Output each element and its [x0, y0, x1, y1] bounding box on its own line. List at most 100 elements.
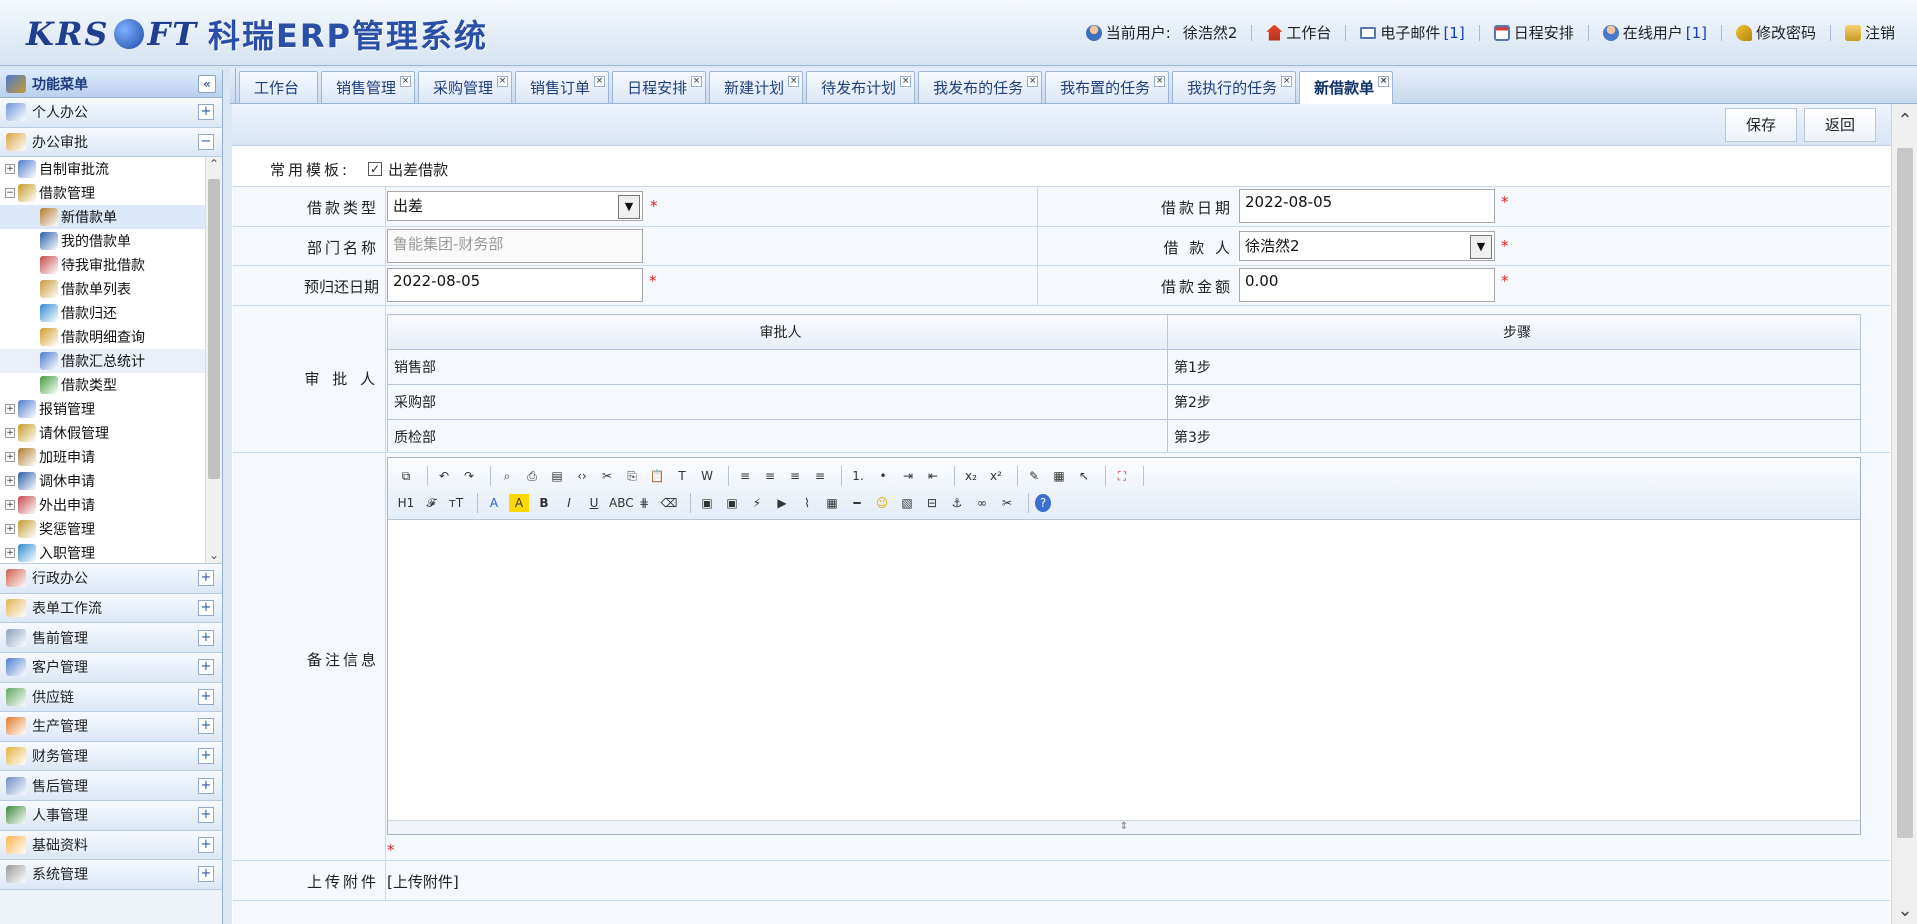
close-icon[interactable]: × — [1154, 76, 1166, 87]
code-icon[interactable]: ‹› — [572, 467, 592, 485]
eraser-icon[interactable]: ⌫ — [659, 494, 679, 512]
sidebar-module-b-0[interactable]: 行政办公 + — [0, 564, 222, 594]
clear-format-icon[interactable]: ✎ — [1024, 467, 1044, 485]
link-icon[interactable]: ∞ — [972, 494, 992, 512]
loan-date-input[interactable]: 2022-08-05 — [1239, 189, 1495, 223]
source-icon[interactable]: ⧉ — [396, 467, 416, 485]
scroll-thumb[interactable] — [1897, 148, 1913, 838]
tree-item[interactable]: 借款明细查询 — [0, 325, 222, 349]
page-break-icon[interactable]: ⊟ — [922, 494, 942, 512]
sidebar-module-b-9[interactable]: 基础资料 + — [0, 830, 222, 861]
align-left-icon[interactable]: ≡ — [735, 467, 755, 485]
H1-icon[interactable]: H1 — [396, 494, 416, 512]
preview-icon[interactable]: ⌕ — [497, 467, 517, 485]
outdent-icon[interactable]: ⇤ — [923, 467, 943, 485]
justify-icon[interactable]: ≡ — [810, 467, 830, 485]
scroll-down-icon[interactable]: ⌄ — [1892, 900, 1917, 924]
line-height-icon[interactable]: ⋕ — [634, 494, 654, 512]
font-size-icon[interactable]: тT — [446, 494, 466, 512]
tree-item[interactable]: + 加班申请 — [0, 445, 222, 469]
sidebar-module-b-10[interactable]: 系统管理 + — [0, 860, 222, 890]
tree-scrollbar[interactable]: ⌃ ⌄ — [205, 157, 222, 564]
tab-4[interactable]: 日程安排 × — [612, 71, 707, 103]
anchor-icon[interactable]: ⚓ — [947, 494, 967, 512]
flash-icon[interactable]: ⚡ — [747, 494, 767, 512]
loan-type-select[interactable]: 出差 ▼ — [387, 191, 643, 221]
tree-item[interactable]: 借款汇总统计 — [0, 349, 222, 374]
sidebar-module-b-2[interactable]: 售前管理 + — [0, 623, 222, 653]
tab-7[interactable]: 我发布的任务 × — [918, 71, 1043, 103]
underline-icon[interactable]: U — [584, 494, 604, 512]
editor-resize-handle[interactable]: ⇕ — [388, 820, 1860, 834]
change-password-link[interactable]: 修改密码 — [1735, 22, 1816, 43]
sidebar-collapse-button[interactable]: « — [198, 74, 216, 93]
tab-5[interactable]: 新建计划 × — [709, 71, 804, 103]
baidu-map-icon[interactable]: ▧ — [897, 494, 917, 512]
tree-item[interactable]: + 外出申请 — [0, 493, 222, 517]
tab-10[interactable]: 新借款单 × — [1299, 71, 1394, 104]
multi-image-icon[interactable]: ▣ — [722, 494, 742, 512]
select-all-icon[interactable]: ▦ — [1049, 467, 1069, 485]
sidebar-module-t-0[interactable]: 个人办公 + — [0, 98, 222, 128]
bold-icon[interactable]: B — [534, 494, 554, 512]
scroll-up-icon[interactable]: ⌃ — [1892, 110, 1917, 134]
close-icon[interactable]: × — [900, 76, 912, 87]
sidebar-module-b-5[interactable]: 生产管理 + — [0, 712, 222, 742]
print-icon[interactable]: ⎙ — [522, 467, 542, 485]
module-toggle-button[interactable]: + — [198, 600, 214, 617]
tree-item[interactable]: + 入职管理 — [0, 541, 222, 563]
select-icon[interactable]: ↖ — [1074, 467, 1094, 485]
expand-icon[interactable]: + — [5, 452, 15, 463]
sidebar-module-b-7[interactable]: 售后管理 + — [0, 771, 222, 801]
amount-input[interactable]: 0.00 — [1239, 268, 1495, 302]
tree-item[interactable]: 借款类型 — [0, 373, 222, 397]
module-toggle-button[interactable]: − — [198, 133, 214, 150]
font-color-icon[interactable]: A — [484, 494, 504, 512]
redo-icon[interactable]: ↷ — [459, 467, 479, 485]
tree-item[interactable]: 借款归还 — [0, 301, 222, 325]
superscript-icon[interactable]: x² — [986, 467, 1006, 485]
tree-item[interactable]: 新借款单 — [0, 205, 222, 230]
template-icon[interactable]: ▤ — [547, 467, 567, 485]
template-checkbox[interactable]: ✓ — [368, 162, 383, 176]
tree-item[interactable]: + 自制审批流 — [0, 157, 222, 181]
close-icon[interactable]: × — [497, 76, 509, 87]
expand-icon[interactable]: + — [5, 476, 15, 487]
emoticon-icon[interactable]: ☺ — [872, 494, 892, 512]
module-toggle-button[interactable]: + — [198, 629, 214, 646]
align-right-icon[interactable]: ≡ — [785, 467, 805, 485]
tree-item[interactable]: + 奖惩管理 — [0, 517, 222, 541]
close-icon[interactable]: × — [788, 76, 800, 87]
module-toggle-button[interactable]: + — [198, 807, 214, 824]
sidebar-module-b-1[interactable]: 表单工作流 + — [0, 593, 222, 624]
tab-3[interactable]: 销售订单 × — [515, 71, 610, 103]
paste-icon[interactable]: 📋 — [647, 467, 667, 485]
module-toggle-button[interactable]: + — [198, 866, 214, 883]
tree-item[interactable]: + 调休申请 — [0, 469, 222, 493]
module-toggle-button[interactable]: + — [198, 777, 214, 794]
image-icon[interactable]: ▣ — [697, 494, 717, 512]
tab-0[interactable]: 工作台 — [239, 71, 319, 103]
expand-icon[interactable]: + — [5, 428, 15, 439]
tree-item[interactable]: + 报销管理 — [0, 397, 222, 421]
module-toggle-button[interactable]: + — [198, 748, 214, 765]
module-toggle-button[interactable]: + — [198, 836, 214, 853]
tab-9[interactable]: 我执行的任务 × — [1172, 71, 1297, 103]
table-icon[interactable]: ▦ — [822, 494, 842, 512]
copy-icon[interactable]: ⎘ — [622, 467, 642, 485]
expand-icon[interactable]: + — [5, 548, 15, 559]
indent-icon[interactable]: ⇥ — [898, 467, 918, 485]
sidebar-module-b-4[interactable]: 供应链 + — [0, 682, 222, 713]
expand-icon[interactable]: + — [5, 404, 15, 415]
scroll-down-icon[interactable]: ⌄ — [206, 548, 222, 563]
help-icon[interactable]: ? — [1035, 493, 1051, 512]
paste-text-icon[interactable]: T — [672, 467, 692, 485]
close-icon[interactable]: × — [1281, 76, 1293, 87]
unlink-icon[interactable]: ✂ — [997, 494, 1017, 512]
main-scrollbar[interactable]: ⌃ ⌄ — [1891, 104, 1917, 924]
collapse-icon[interactable]: − — [5, 188, 15, 199]
tab-6[interactable]: 待发布计划 × — [806, 71, 916, 103]
tree-item[interactable]: 待我审批借款 — [0, 253, 222, 277]
sidebar-module-t-1[interactable]: 办公审批 − — [0, 127, 222, 158]
borrower-select[interactable]: 徐浩然2 ▼ — [1239, 231, 1495, 261]
